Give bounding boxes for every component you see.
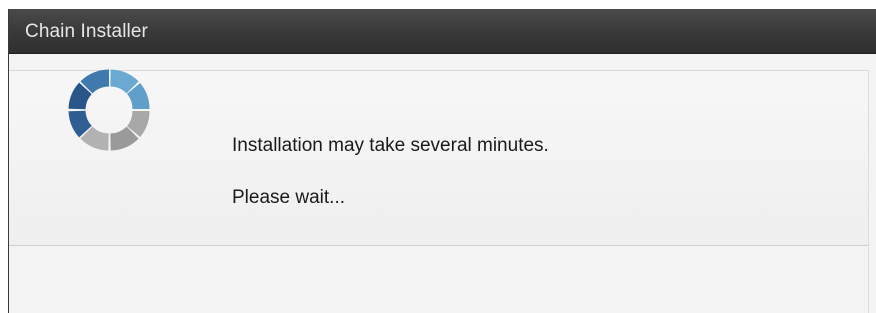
installer-dialog: Chain Installer Installation may take se… (8, 9, 876, 313)
please-wait-text: Please wait... (232, 187, 345, 208)
window-title: Chain Installer (25, 21, 148, 42)
loading-spinner-icon (60, 61, 158, 159)
dialog-footer (9, 247, 869, 313)
installation-message: Installation may take several minutes. (232, 135, 549, 156)
title-bar[interactable]: Chain Installer (9, 9, 876, 54)
